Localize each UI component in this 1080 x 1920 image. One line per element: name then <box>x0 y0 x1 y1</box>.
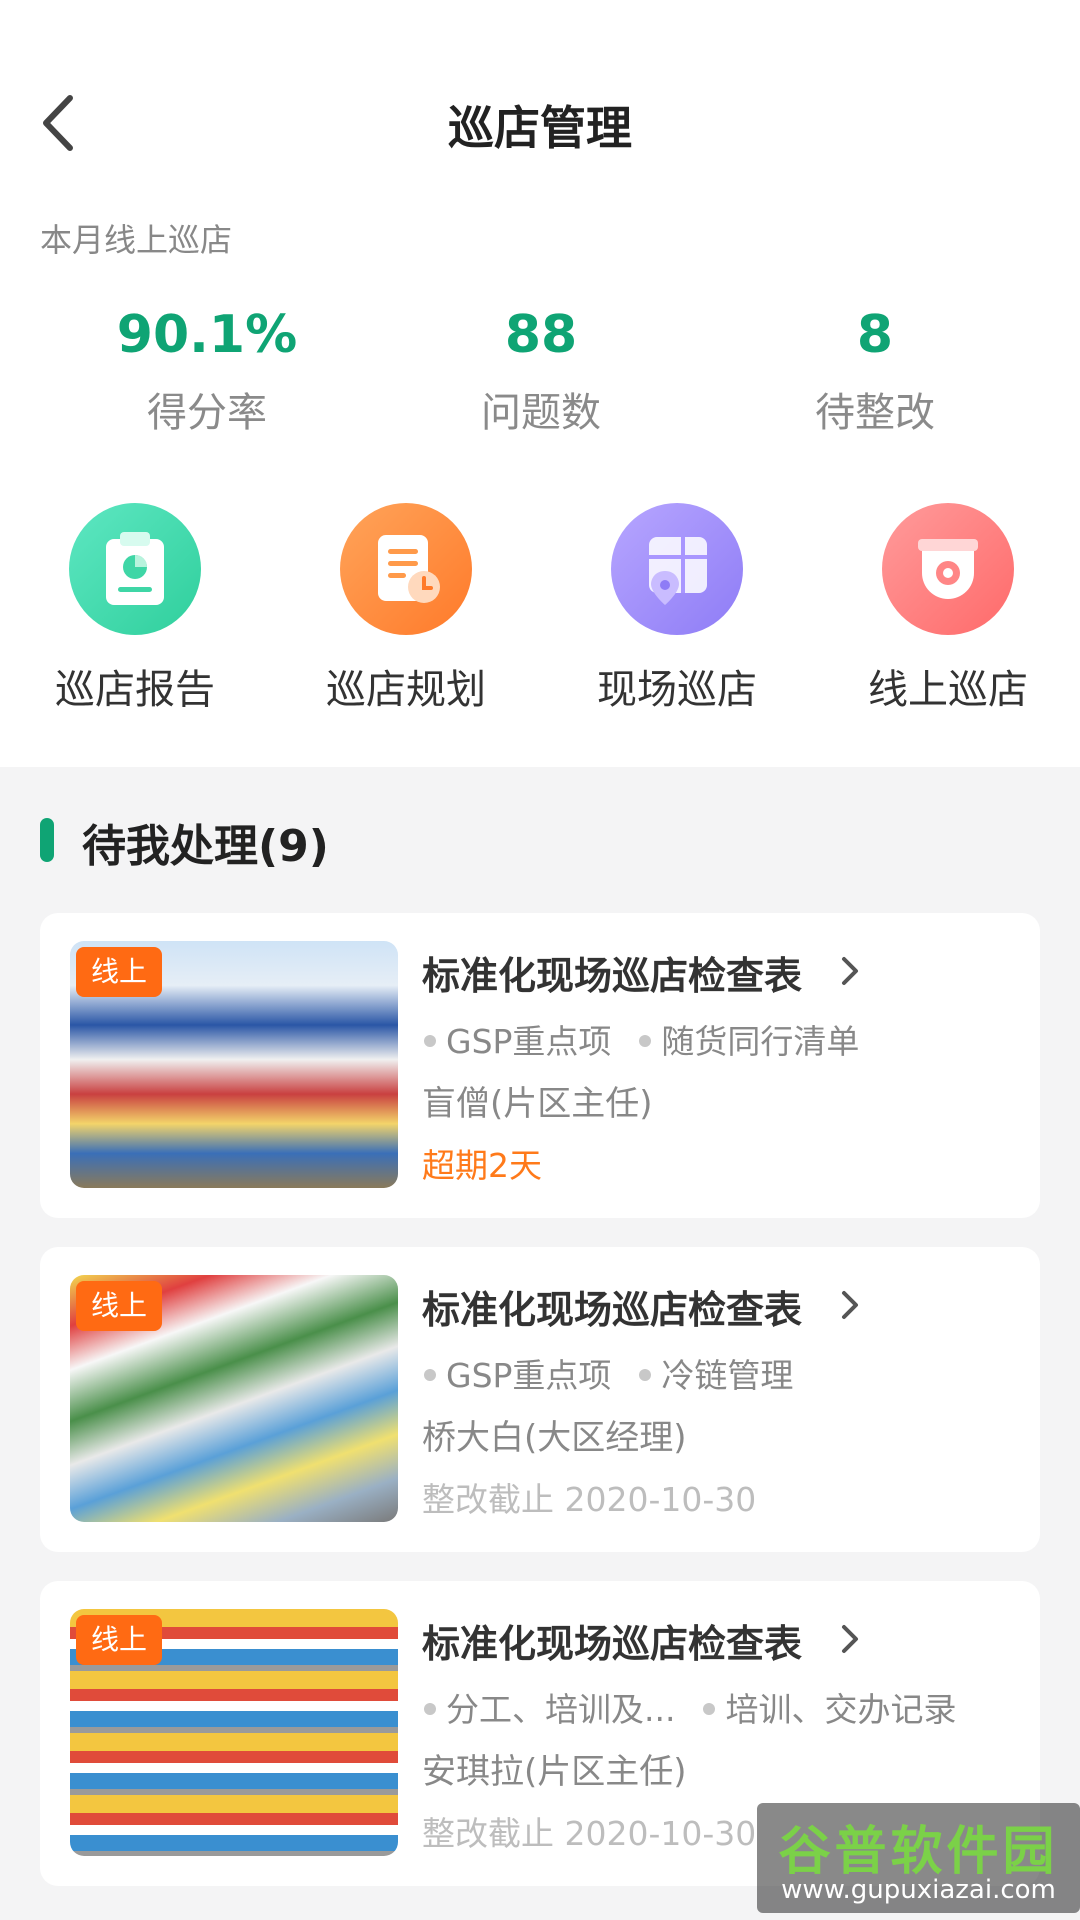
watermark-url: www.gupuxiazai.com <box>781 1875 1056 1905</box>
bullet-dot <box>703 1702 716 1715</box>
check-items: 分工、培训及... 培训、交办记录 <box>422 1683 956 1731</box>
store-photo: 线上 <box>70 1609 398 1856</box>
check-item: GSP重点项 <box>446 1022 612 1061</box>
check-item: 培训、交办记录 <box>725 1690 957 1729</box>
document-clock-icon <box>340 503 472 635</box>
task-card[interactable]: 线上 标准化现场巡店检查表 GSP重点项 冷链管理 桥大白(大区经理) 整改截止 … <box>40 1247 1040 1552</box>
stat-label: 问题数 <box>481 390 601 436</box>
bullet-dot <box>424 1702 436 1715</box>
stat-pending-fix: 8 待整改 <box>725 300 1025 438</box>
check-item: 冷链管理 <box>661 1356 794 1395</box>
action-label: 巡店规划 <box>326 667 486 713</box>
stat-value: 88 <box>504 305 578 365</box>
security-camera-icon <box>882 503 1014 635</box>
stat-value: 8 <box>856 305 894 365</box>
map-location-icon <box>611 503 743 635</box>
online-tag: 线上 <box>76 947 162 997</box>
assignee: 安琪拉(片区主任) <box>422 1752 687 1792</box>
stat-label: 待整改 <box>815 390 935 436</box>
task-status: 整改截止 2020-10-30 <box>422 1480 757 1519</box>
action-label: 线上巡店 <box>868 667 1028 713</box>
online-tag: 线上 <box>76 1615 162 1665</box>
stat-label: 得分率 <box>147 390 267 436</box>
nav-header: 巡店管理 <box>0 70 1080 175</box>
action-inspection-report[interactable]: 巡店报告 <box>15 503 255 715</box>
action-onsite-inspection[interactable]: 现场巡店 <box>557 503 797 715</box>
action-label: 现场巡店 <box>597 667 757 713</box>
store-photo: 线上 <box>70 1275 398 1522</box>
clipboard-chart-icon <box>69 503 201 635</box>
chevron-right-icon <box>842 957 858 985</box>
site-watermark: 谷普软件园 www.gupuxiazai.com <box>757 1803 1080 1913</box>
stat-issue-count: 88 问题数 <box>391 300 691 438</box>
chevron-right-icon <box>842 1291 858 1319</box>
bullet-dot <box>424 1368 436 1381</box>
action-label: 巡店报告 <box>55 667 215 713</box>
chevron-right-icon <box>842 1625 858 1653</box>
bullet-dot <box>424 1034 436 1047</box>
check-item: GSP重点项 <box>446 1356 612 1395</box>
check-items: GSP重点项 冷链管理 <box>422 1349 793 1397</box>
task-title: 标准化现场巡店检查表 <box>422 1622 803 1666</box>
store-photo: 线上 <box>70 941 398 1188</box>
pending-title: 待我处理(9) <box>82 821 329 872</box>
action-online-inspection[interactable]: 线上巡店 <box>828 503 1068 715</box>
check-items: GSP重点项 随货同行清单 <box>422 1015 859 1063</box>
stat-value: 90.1% <box>116 305 298 365</box>
task-title: 标准化现场巡店检查表 <box>422 954 803 998</box>
bullet-dot <box>639 1034 652 1047</box>
page-title: 巡店管理 <box>448 101 632 155</box>
watermark-brand: 谷普软件园 <box>778 1822 1059 1882</box>
online-tag: 线上 <box>76 1281 162 1331</box>
stat-score-rate: 90.1% 得分率 <box>57 300 357 438</box>
check-item: 分工、培训及... <box>446 1690 676 1729</box>
action-inspection-plan[interactable]: 巡店规划 <box>286 503 526 715</box>
check-item: 随货同行清单 <box>661 1022 860 1061</box>
month-section-label: 本月线上巡店 <box>40 221 233 259</box>
task-status: 整改截止 2020-10-30 <box>422 1814 757 1853</box>
task-status: 超期2天 <box>422 1146 542 1185</box>
section-accent-bar <box>40 818 54 862</box>
task-title: 标准化现场巡店检查表 <box>422 1288 803 1332</box>
bullet-dot <box>639 1368 652 1381</box>
assignee: 桥大白(大区经理) <box>422 1418 687 1458</box>
task-card[interactable]: 线上 标准化现场巡店检查表 GSP重点项 随货同行清单 盲僧(片区主任) 超期2天 <box>40 913 1040 1218</box>
assignee: 盲僧(片区主任) <box>422 1084 653 1124</box>
